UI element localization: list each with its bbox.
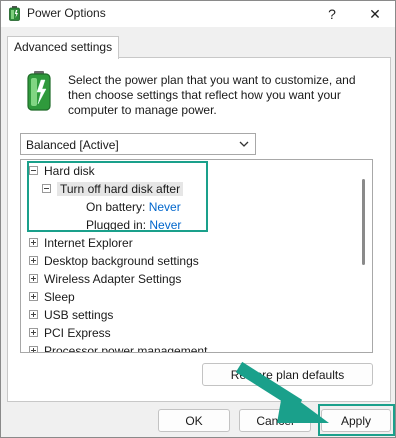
expand-icon[interactable]: [29, 310, 38, 320]
tree-item-label: Desktop background settings: [44, 254, 199, 268]
expand-icon[interactable]: [29, 292, 38, 302]
tree-item-label: Wireless Adapter Settings: [44, 272, 182, 286]
chevron-down-icon: [239, 141, 249, 147]
expand-icon[interactable]: [29, 346, 38, 352]
tree-item-desktop-background[interactable]: Desktop background settings: [29, 252, 199, 270]
tree-item-label: USB settings: [44, 308, 114, 322]
close-button[interactable]: ✕: [355, 1, 395, 27]
power-options-window: Power Options ? ✕ Advanced settings Sele…: [0, 0, 396, 438]
help-button[interactable]: ?: [312, 1, 352, 27]
tree-item-processor-power[interactable]: Processor power management: [29, 342, 208, 353]
ok-button[interactable]: OK: [158, 409, 230, 432]
tab-advanced-settings[interactable]: Advanced settings: [7, 36, 120, 59]
expand-icon[interactable]: [29, 256, 38, 266]
tree-item-sleep[interactable]: Sleep: [29, 288, 75, 306]
expand-icon[interactable]: [29, 328, 38, 338]
tree-item-label: Internet Explorer: [44, 236, 133, 250]
help-icon: ?: [328, 6, 336, 22]
power-options-app-icon: [9, 6, 20, 21]
tree-item-label: Sleep: [44, 290, 75, 304]
tree-item-label: Processor power management: [44, 344, 208, 353]
expand-icon[interactable]: [29, 274, 38, 284]
title-bar: Power Options ? ✕: [1, 1, 395, 27]
window-title: Power Options: [27, 6, 106, 20]
tree-item-wireless-adapter[interactable]: Wireless Adapter Settings: [29, 270, 181, 288]
plan-description: Select the power plan that you want to c…: [68, 73, 356, 117]
pointer-arrow-icon: [235, 361, 329, 423]
tree-item-internet-explorer[interactable]: Internet Explorer: [29, 234, 133, 252]
close-icon: ✕: [369, 5, 381, 22]
expand-icon[interactable]: [29, 238, 38, 248]
battery-power-icon: [27, 71, 51, 111]
power-plan-select[interactable]: Balanced [Active]: [20, 133, 256, 155]
highlight-box-hard-disk: [27, 161, 208, 232]
tree-scrollbar-thumb[interactable]: [362, 179, 365, 265]
tree-item-label: PCI Express: [44, 326, 111, 340]
tree-item-pci-express[interactable]: PCI Express: [29, 324, 111, 342]
tree-item-usb-settings[interactable]: USB settings: [29, 306, 113, 324]
power-plan-selected-value: Balanced [Active]: [26, 138, 119, 152]
